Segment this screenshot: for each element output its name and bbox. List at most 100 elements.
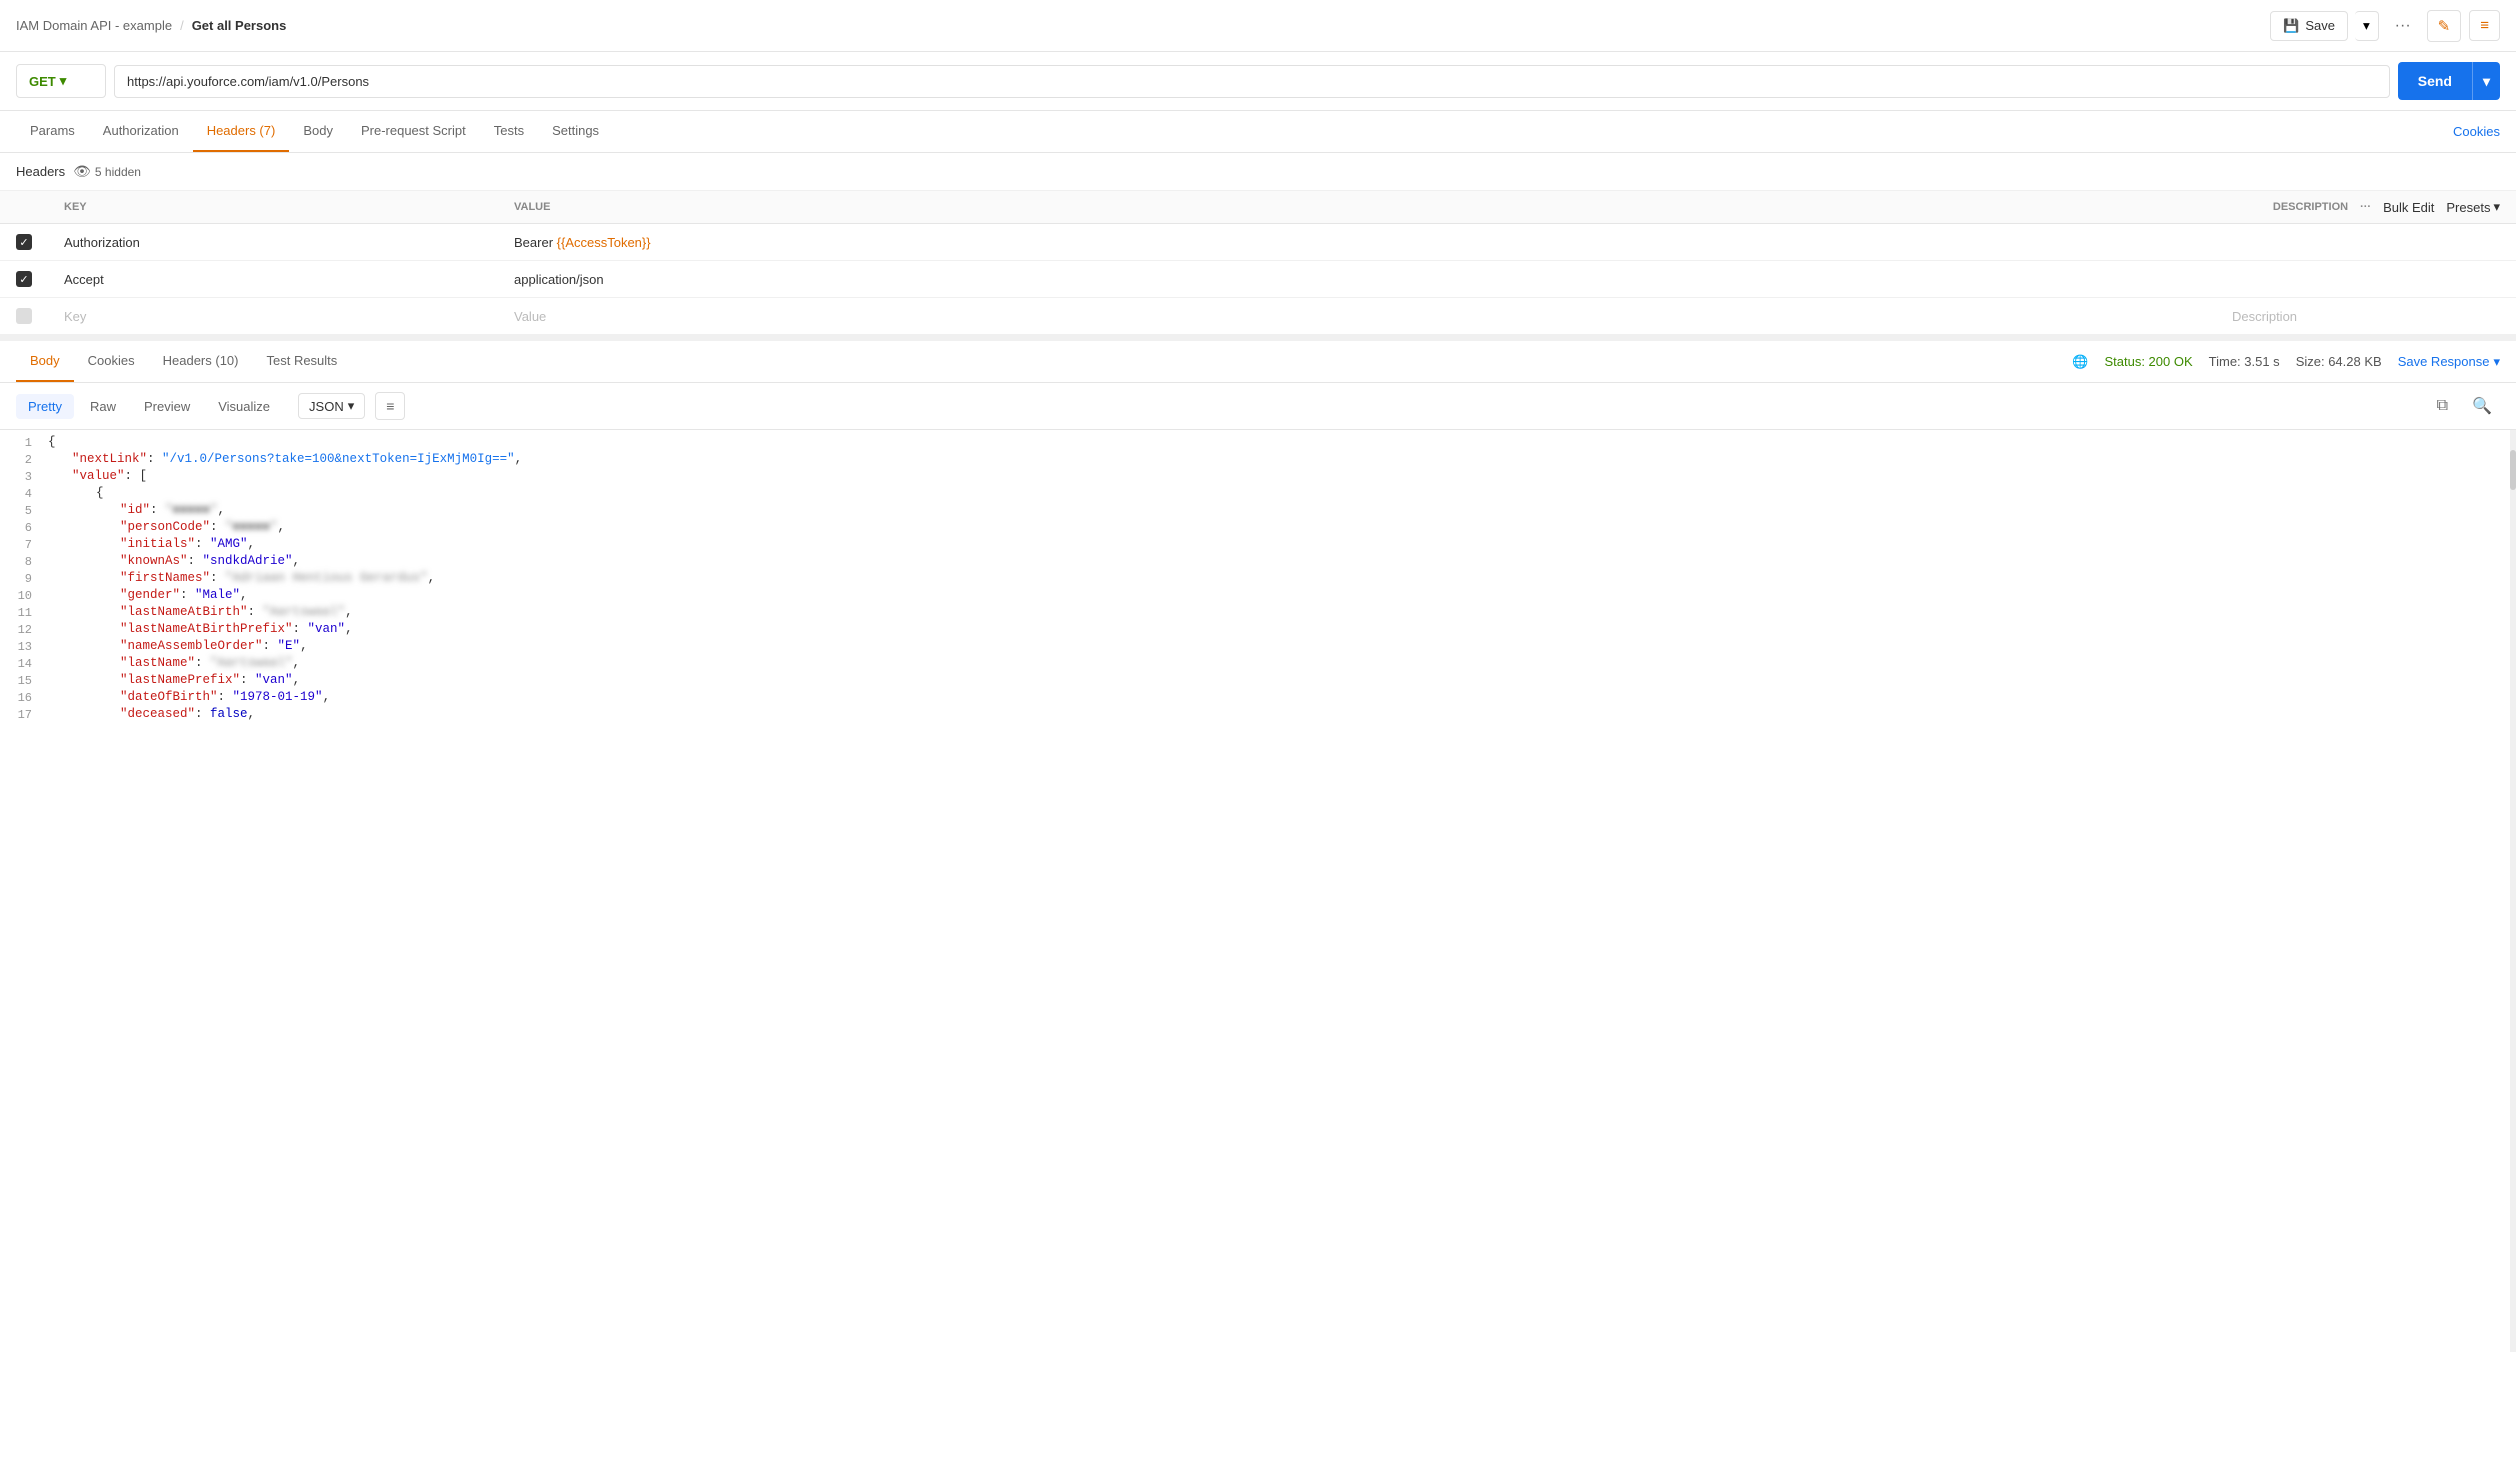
line-number: 11 <box>0 605 48 620</box>
hidden-count: 5 hidden <box>95 165 141 179</box>
list-item: 3 "value" : [ <box>0 468 2516 485</box>
json-viewer-wrap: 1 { 2 "nextLink" : "/v1.0/Persons?take=1… <box>0 430 2516 1352</box>
filter-button[interactable]: ≡ <box>375 392 405 420</box>
key-cell-authorization[interactable]: Authorization <box>48 224 498 261</box>
method-selector[interactable]: GET ▾ <box>16 64 106 98</box>
resp-tab-body[interactable]: Body <box>16 341 74 382</box>
doc-button[interactable]: ≡ <box>2469 10 2500 41</box>
url-bar: GET ▾ Send ▾ <box>0 52 2516 111</box>
key-placeholder: Key <box>64 309 86 324</box>
desc-cell-placeholder[interactable]: Description <box>2216 298 2516 335</box>
breadcrumb-project[interactable]: IAM Domain API - example <box>16 18 172 33</box>
json-type-selector[interactable]: JSON ▾ <box>298 393 365 419</box>
save-response-button[interactable]: Save Response ▾ <box>2398 354 2500 370</box>
checkbox-2[interactable]: ✓ <box>16 271 32 287</box>
json-link[interactable]: "/v1.0/Persons?take=100&nextToken=IjExMj… <box>162 452 515 466</box>
checkbox-cell-1[interactable]: ✓ <box>0 224 48 261</box>
save-icon: 💾 <box>2283 18 2299 34</box>
th-description: DESCRIPTION ··· Bulk Edit Presets ▾ <box>2216 191 2516 224</box>
copy-button[interactable]: ⧉ <box>2429 391 2456 421</box>
presets-button[interactable]: Presets ▾ <box>2446 199 2500 215</box>
line-number: 5 <box>0 503 48 518</box>
list-item: 7 "initials" : "AMG", <box>0 536 2516 553</box>
format-preview-button[interactable]: Preview <box>132 394 202 419</box>
tab-authorization[interactable]: Authorization <box>89 111 193 152</box>
resp-tab-headers[interactable]: Headers (10) <box>149 341 253 382</box>
list-item: 9 "firstNames" : "Adriaan Hentious Gerar… <box>0 570 2516 587</box>
cookies-link[interactable]: Cookies <box>2453 124 2500 139</box>
tab-settings[interactable]: Settings <box>538 111 613 152</box>
table-row: ✓ Key Value Description <box>0 298 2516 335</box>
format-raw-button[interactable]: Raw <box>78 394 128 419</box>
search-button[interactable]: 🔍 <box>2464 391 2500 421</box>
json-value: "1978-01-19" <box>233 690 323 704</box>
edit-button[interactable]: ✎ <box>2427 10 2462 42</box>
list-item: 11 "lastNameAtBirth" : "Aartswaal", <box>0 604 2516 621</box>
json-key: "nameAssembleOrder" <box>120 639 263 653</box>
scrollbar-thumb[interactable] <box>2510 450 2516 490</box>
headers-table: KEY VALUE DESCRIPTION ··· Bulk Edit Pres… <box>0 191 2516 335</box>
check-mark-3: ✓ <box>19 310 28 323</box>
method-chevron-icon: ▾ <box>60 73 67 89</box>
send-button[interactable]: Send ▾ <box>2398 62 2500 100</box>
line-number: 16 <box>0 690 48 705</box>
line-number: 15 <box>0 673 48 688</box>
tab-headers[interactable]: Headers (7) <box>193 111 290 152</box>
top-bar: IAM Domain API - example / Get all Perso… <box>0 0 2516 52</box>
headers-label: Headers <box>16 164 65 179</box>
send-arrow-icon[interactable]: ▾ <box>2472 62 2500 100</box>
tab-pre-request[interactable]: Pre-request Script <box>347 111 480 152</box>
save-chevron-button[interactable]: ▾ <box>2355 11 2379 41</box>
desc-cell-authorization[interactable] <box>2216 224 2516 261</box>
json-key: "id" <box>120 503 150 517</box>
top-bar-actions: 💾 Save ▾ ··· ✎ ≡ <box>2270 10 2500 42</box>
response-time: Time: 3.51 s <box>2209 354 2280 369</box>
resp-tab-test-results[interactable]: Test Results <box>252 341 351 382</box>
tab-tests[interactable]: Tests <box>480 111 538 152</box>
tab-body[interactable]: Body <box>289 111 347 152</box>
key-cell-placeholder[interactable]: Key <box>48 298 498 335</box>
breadcrumb-separator: / <box>180 18 184 33</box>
value-cell-placeholder[interactable]: Value <box>498 298 2216 335</box>
resp-tab-cookies[interactable]: Cookies <box>74 341 149 382</box>
line-number: 13 <box>0 639 48 654</box>
json-key: "value" <box>72 469 125 483</box>
list-item: 5 "id" : "■■■■■", <box>0 502 2516 519</box>
url-input[interactable] <box>114 65 2390 98</box>
line-number: 8 <box>0 554 48 569</box>
th-desc-label: DESCRIPTION <box>2273 201 2348 213</box>
table-row: ✓ Accept application/json <box>0 261 2516 298</box>
th-value: VALUE <box>498 191 2216 224</box>
value-cell-accept[interactable]: application/json <box>498 261 2216 298</box>
list-item: 2 "nextLink" : "/v1.0/Persons?take=100&n… <box>0 451 2516 468</box>
checkbox-3[interactable]: ✓ <box>16 308 32 324</box>
headers-meta: Headers 👁 5 hidden <box>0 153 2516 191</box>
list-item: 4 { <box>0 485 2516 502</box>
json-value: "E" <box>278 639 301 653</box>
key-cell-accept[interactable]: Accept <box>48 261 498 298</box>
request-tabs: Params Authorization Headers (7) Body Pr… <box>0 111 2516 153</box>
format-visualize-button[interactable]: Visualize <box>206 394 282 419</box>
line-number: 10 <box>0 588 48 603</box>
response-size: Size: 64.28 KB <box>2296 354 2382 369</box>
line-number: 1 <box>0 435 48 450</box>
json-key: "dateOfBirth" <box>120 690 218 704</box>
list-item: 12 "lastNameAtBirthPrefix" : "van", <box>0 621 2516 638</box>
list-item: 13 "nameAssembleOrder" : "E", <box>0 638 2516 655</box>
checkbox-cell-3[interactable]: ✓ <box>0 298 48 335</box>
more-options-button[interactable]: ··· <box>2387 11 2419 41</box>
presets-chevron-icon: ▾ <box>2493 199 2500 215</box>
value-cell-authorization[interactable]: Bearer {{AccessToken}} <box>498 224 2216 261</box>
desc-cell-accept[interactable] <box>2216 261 2516 298</box>
checkbox-cell-2[interactable]: ✓ <box>0 261 48 298</box>
bulk-edit-button[interactable]: Bulk Edit <box>2383 200 2434 215</box>
scrollbar-track[interactable] <box>2510 430 2516 1352</box>
checkbox-1[interactable]: ✓ <box>16 234 32 250</box>
value-bearer-plain: Bearer <box>514 235 557 250</box>
tab-params[interactable]: Params <box>16 111 89 152</box>
value-placeholder: Value <box>514 309 546 324</box>
eye-icon: 👁 <box>73 163 91 180</box>
save-button[interactable]: 💾 Save <box>2270 11 2348 41</box>
format-bar-right: ⧉ 🔍 <box>2429 391 2500 421</box>
format-pretty-button[interactable]: Pretty <box>16 394 74 419</box>
